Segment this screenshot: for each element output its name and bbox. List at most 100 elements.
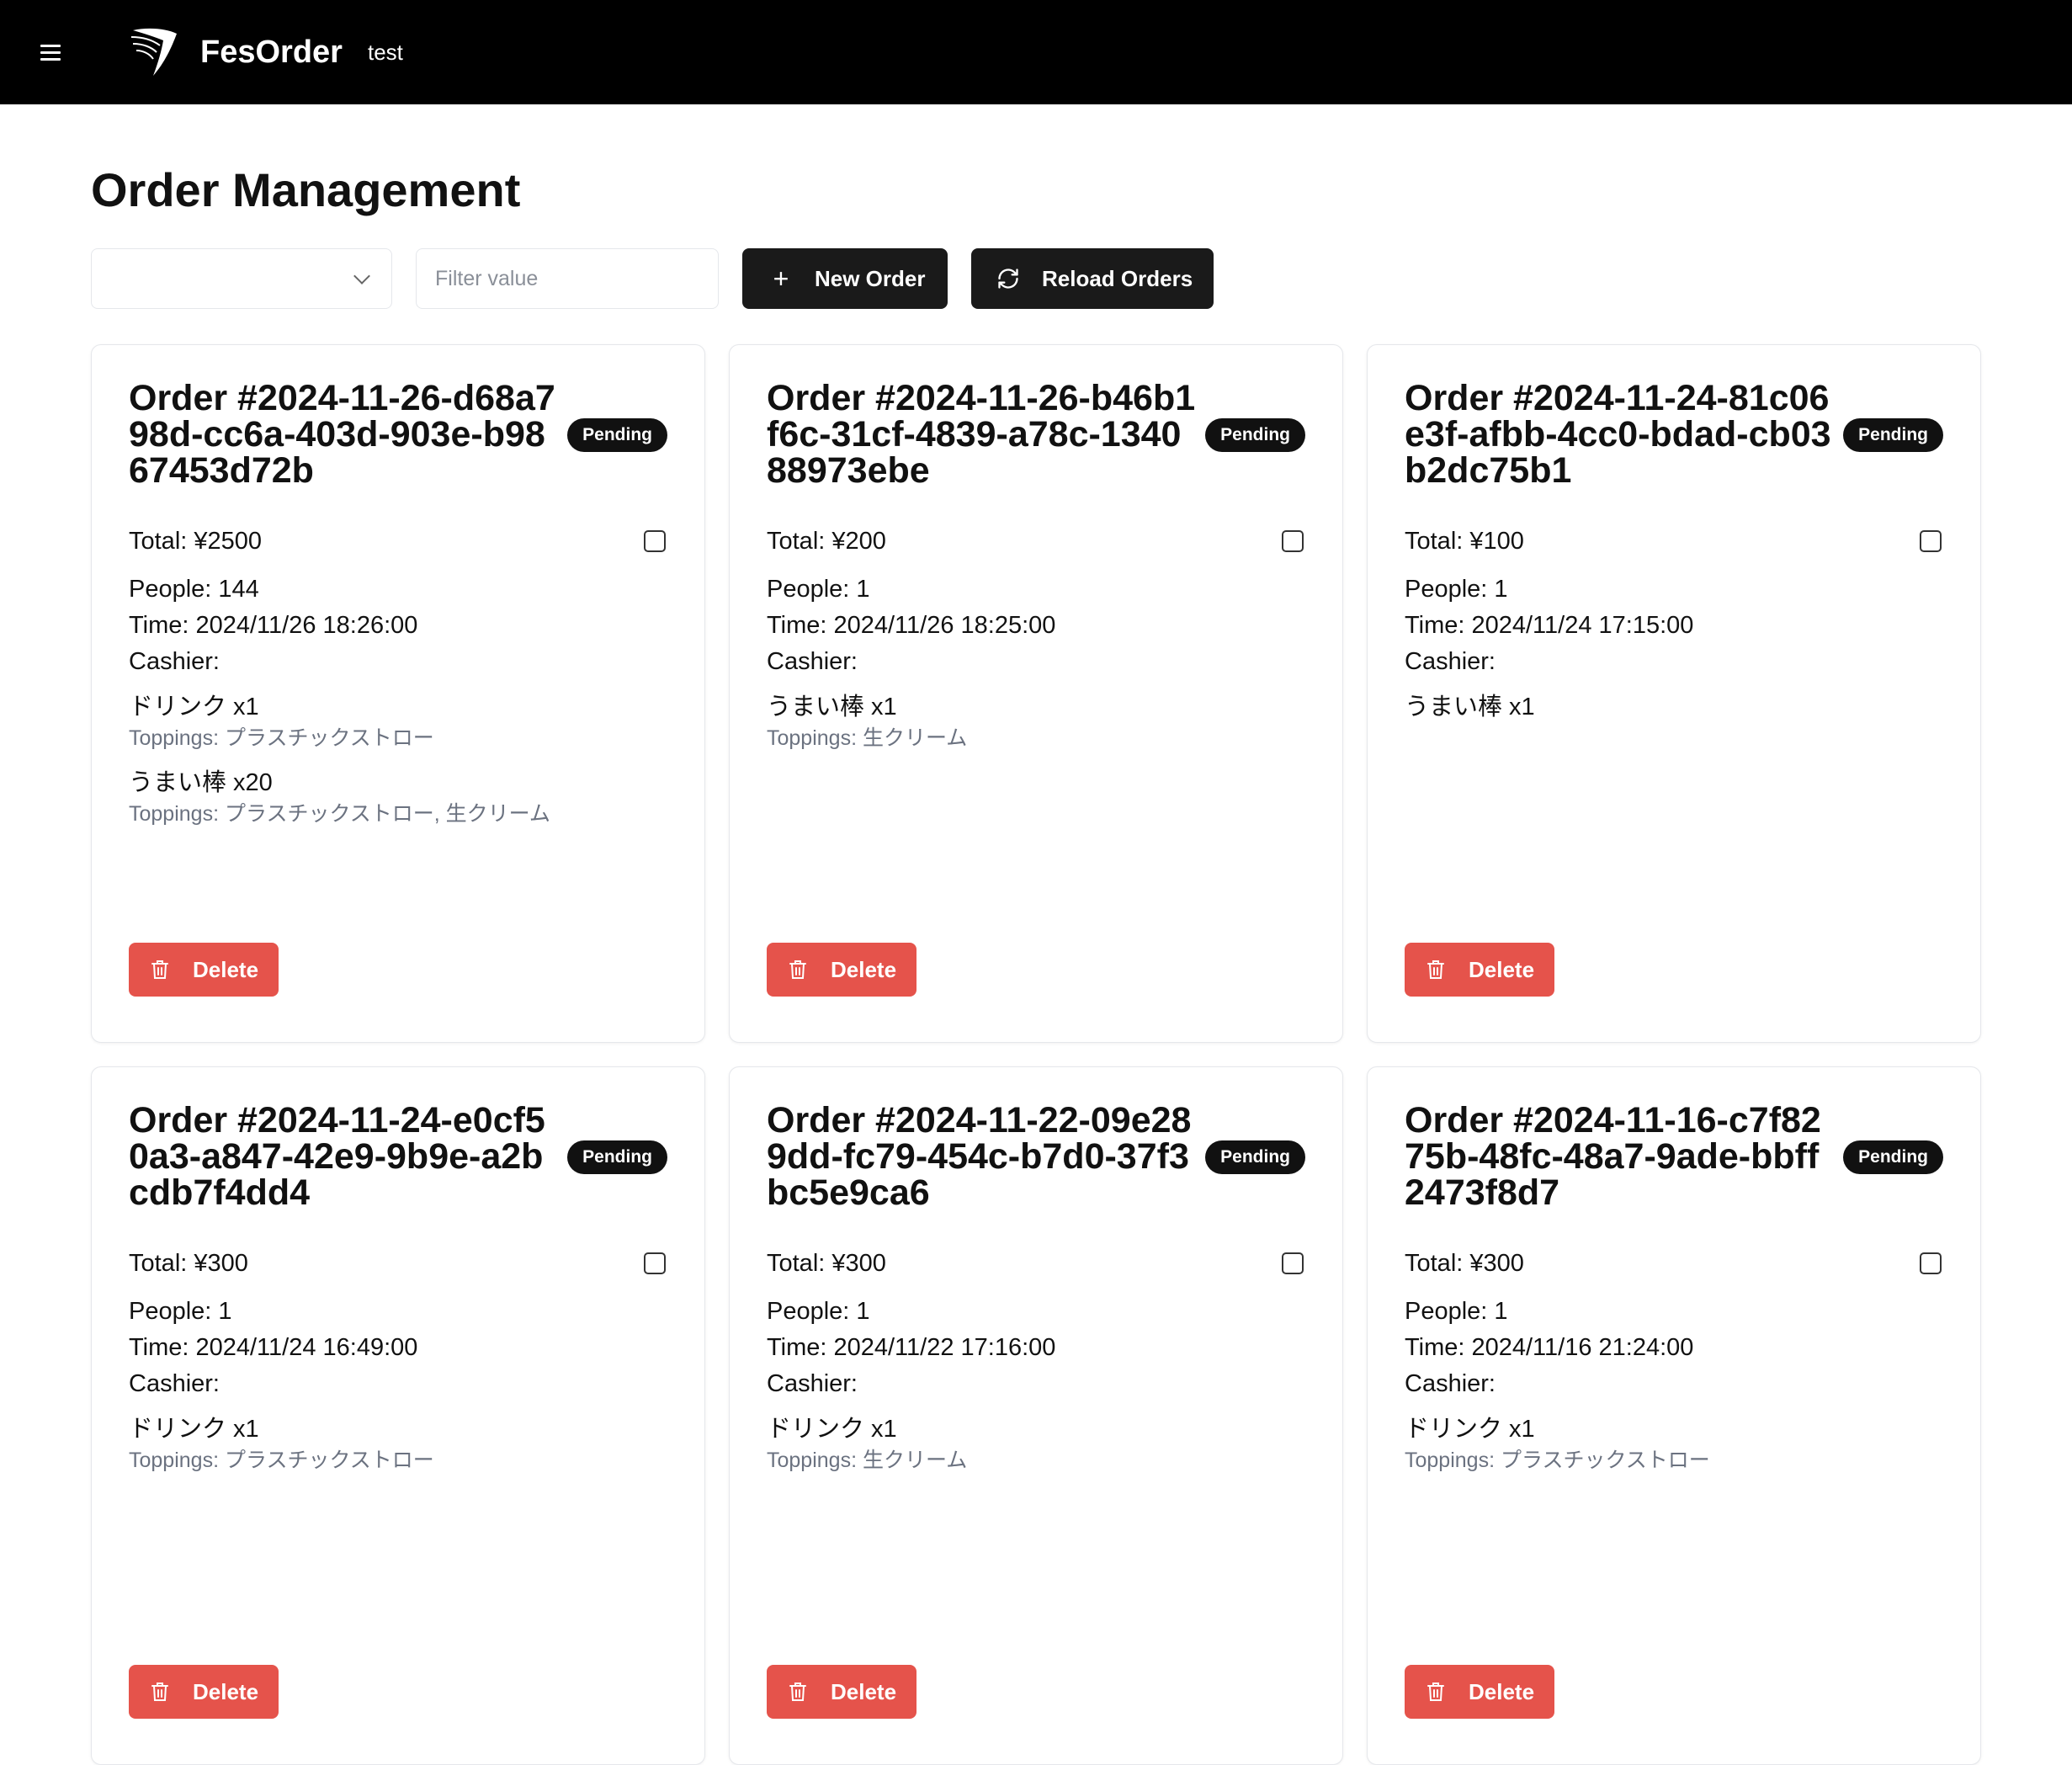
order-item-toppings: Toppings: プラスチックストロー, 生クリーム	[129, 802, 550, 827]
order-cashier: Cashier:	[129, 1370, 220, 1398]
order-select-checkbox[interactable]	[1920, 530, 1942, 553]
order-title: Order #2024-11-24-81c06e3f-afbb-4cc0-bda…	[1405, 378, 1831, 492]
order-item: うまい棒 x20 Toppings: プラスチックストロー, 生クリーム	[129, 766, 667, 828]
order-item-name: ドリンク x1	[129, 694, 259, 721]
hamburger-menu-icon[interactable]	[40, 42, 61, 62]
order-total-row: Total: ¥300	[1405, 1247, 1943, 1280]
toolbar: + New Order Reload Orders	[91, 248, 1981, 310]
order-select-checkbox[interactable]	[644, 1252, 666, 1275]
order-title: Order #2024-11-22-09e289dd-fc79-454c-b7d…	[767, 1100, 1192, 1214]
order-items: ドリンク x1 Toppings: 生クリーム	[767, 1412, 1305, 1475]
order-time: Time: 2024/11/24 17:15:00	[1405, 612, 1694, 640]
order-card: Order #2024-11-24-81c06e3f-afbb-4cc0-bda…	[1367, 344, 1981, 1044]
main-content: Order Management + New Order Reload Orde…	[0, 104, 2072, 1765]
trash-icon	[789, 960, 806, 980]
order-cashier: Cashier:	[767, 1370, 858, 1398]
status-badge: Pending	[1843, 417, 1943, 452]
order-items: ドリンク x1 Toppings: プラスチックストロー	[1405, 1412, 1943, 1475]
top-bar: FesOrder test	[0, 0, 2072, 104]
order-item: ドリンク x1 Toppings: プラスチックストロー	[129, 1412, 667, 1475]
order-card: Order #2024-11-16-c7f8275b-48fc-48a7-9ad…	[1367, 1066, 1981, 1765]
order-card-header: Order #2024-11-24-81c06e3f-afbb-4cc0-bda…	[1405, 380, 1943, 489]
order-item: ドリンク x1 Toppings: 生クリーム	[767, 1412, 1305, 1475]
order-total: Total: ¥100	[1405, 528, 1524, 556]
order-info: People: 1 Time: 2024/11/22 17:16:00 Cash…	[767, 1294, 1305, 1402]
status-badge: Pending	[1205, 417, 1305, 452]
delete-order-button[interactable]: Delete	[1405, 943, 1554, 997]
filter-field-select[interactable]	[91, 248, 392, 310]
order-total: Total: ¥2500	[129, 528, 263, 556]
order-card-header: Order #2024-11-26-b46b1f6c-31cf-4839-a78…	[767, 380, 1305, 489]
order-total: Total: ¥300	[767, 1250, 886, 1278]
trash-icon	[1427, 960, 1444, 980]
delete-label: Delete	[193, 956, 259, 982]
trash-icon	[1427, 1683, 1444, 1702]
status-badge: Pending	[567, 1140, 667, 1174]
order-card: Order #2024-11-24-e0cf50a3-a847-42e9-9b9…	[91, 1066, 705, 1765]
order-people: People: 1	[767, 1298, 870, 1326]
order-items: ドリンク x1 Toppings: プラスチックストローうまい棒 x20 Toppi…	[129, 690, 667, 828]
brand-name[interactable]: FesOrder	[200, 35, 343, 71]
order-total: Total: ¥300	[129, 1250, 248, 1278]
order-title: Order #2024-11-26-d68a798d-cc6a-403d-903…	[129, 378, 555, 492]
trash-icon	[151, 960, 168, 980]
new-order-label: New Order	[815, 265, 926, 291]
order-total-row: Total: ¥100	[1405, 524, 1943, 558]
order-item-name: うまい棒 x1	[1405, 694, 1535, 721]
order-select-checkbox[interactable]	[1282, 1252, 1304, 1275]
order-people: People: 1	[1405, 1298, 1508, 1326]
order-item-name: ドリンク x1	[767, 1416, 897, 1443]
reload-orders-button[interactable]: Reload Orders	[971, 248, 1214, 310]
order-time: Time: 2024/11/26 18:26:00	[129, 612, 418, 640]
order-info: People: 1 Time: 2024/11/26 18:25:00 Cash…	[767, 571, 1305, 680]
order-item: うまい棒 x1 Toppings: 生クリーム	[767, 690, 1305, 752]
delete-order-button[interactable]: Delete	[767, 1665, 916, 1720]
new-order-button[interactable]: + New Order	[742, 248, 948, 310]
reload-icon	[998, 268, 1018, 289]
delete-label: Delete	[831, 956, 897, 982]
delete-order-button[interactable]: Delete	[129, 1665, 279, 1720]
delete-label: Delete	[1469, 1678, 1535, 1704]
delete-label: Delete	[193, 1678, 259, 1704]
delete-label: Delete	[1469, 956, 1535, 982]
order-item: ドリンク x1 Toppings: プラスチックストロー	[1405, 1412, 1943, 1475]
order-cashier: Cashier:	[129, 648, 220, 676]
order-select-checkbox[interactable]	[644, 530, 666, 553]
order-items: うまい棒 x1	[1405, 690, 1943, 724]
order-card-header: Order #2024-11-24-e0cf50a3-a847-42e9-9b9…	[129, 1103, 667, 1211]
order-item-name: ドリンク x1	[129, 1416, 259, 1443]
plus-icon: +	[773, 263, 789, 294]
order-card: Order #2024-11-22-09e289dd-fc79-454c-b7d…	[729, 1066, 1343, 1765]
order-time: Time: 2024/11/26 18:25:00	[767, 612, 1056, 640]
order-item: ドリンク x1 Toppings: プラスチックストロー	[129, 690, 667, 752]
order-total-row: Total: ¥2500	[129, 524, 667, 558]
delete-order-button[interactable]: Delete	[767, 943, 916, 997]
status-badge: Pending	[1843, 1140, 1943, 1174]
order-people: People: 1	[129, 1298, 232, 1326]
order-card: Order #2024-11-26-d68a798d-cc6a-403d-903…	[91, 344, 705, 1044]
reload-orders-label: Reload Orders	[1042, 265, 1193, 291]
order-item-toppings: Toppings: プラスチックストロー	[129, 726, 434, 751]
order-item-toppings: Toppings: 生クリーム	[767, 1449, 968, 1473]
order-time: Time: 2024/11/22 17:16:00	[767, 1334, 1056, 1362]
order-items: ドリンク x1 Toppings: プラスチックストロー	[129, 1412, 667, 1475]
order-people: People: 1	[1405, 576, 1508, 603]
order-info: People: 1 Time: 2024/11/16 21:24:00 Cash…	[1405, 1294, 1943, 1402]
order-select-checkbox[interactable]	[1282, 530, 1304, 553]
delete-order-button[interactable]: Delete	[129, 943, 279, 997]
order-item-name: うまい棒 x1	[767, 694, 897, 721]
order-cashier: Cashier:	[1405, 648, 1496, 676]
order-people: People: 1	[767, 576, 870, 603]
order-select-checkbox[interactable]	[1920, 1252, 1942, 1275]
status-badge: Pending	[567, 417, 667, 452]
page-title: Order Management	[91, 163, 521, 216]
order-card-header: Order #2024-11-26-d68a798d-cc6a-403d-903…	[129, 380, 667, 489]
filter-value-input[interactable]	[416, 248, 719, 310]
delete-order-button[interactable]: Delete	[1405, 1665, 1554, 1720]
order-info: People: 1 Time: 2024/11/24 17:15:00 Cash…	[1405, 571, 1943, 680]
order-card: Order #2024-11-26-b46b1f6c-31cf-4839-a78…	[729, 344, 1343, 1044]
order-info: People: 1 Time: 2024/11/24 16:49:00 Cash…	[129, 1294, 667, 1402]
trash-icon	[789, 1683, 806, 1702]
order-card-header: Order #2024-11-16-c7f8275b-48fc-48a7-9ad…	[1405, 1103, 1943, 1211]
order-total: Total: ¥200	[767, 528, 886, 556]
